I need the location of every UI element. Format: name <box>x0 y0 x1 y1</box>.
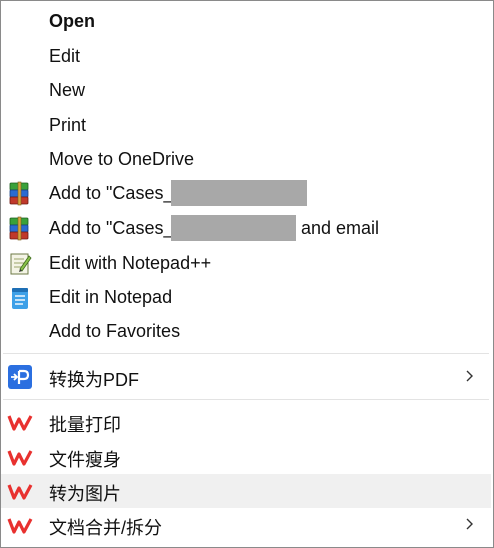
redacted-filename <box>171 180 307 206</box>
menu-item-label: Print <box>49 115 87 135</box>
chevron-right-icon <box>465 366 475 386</box>
wps-office-icon <box>7 478 33 504</box>
menu-item-label: Open <box>49 11 96 31</box>
menu-item-add-to-favorites[interactable]: Add to Favorites <box>1 315 491 349</box>
menu-item-edit[interactable]: Edit <box>1 40 491 74</box>
menu-item-label: 批量打印 <box>49 415 121 435</box>
menu-item-suffix: and email <box>301 218 380 238</box>
wps-office-icon <box>7 409 33 435</box>
menu-separator <box>3 353 489 354</box>
menu-item-batch-print[interactable]: 批量打印 <box>1 405 491 439</box>
menu-item-label: Add to "Cases_ <box>49 183 174 203</box>
menu-item-convert-to-image[interactable]: 转为图片 <box>1 474 491 508</box>
menu-item-edit-with-notepadpp[interactable]: Edit with Notepad++ <box>1 247 491 281</box>
menu-item-convert-to-pdf[interactable]: 转换为PDF <box>1 360 491 394</box>
menu-item-new[interactable]: New <box>1 74 491 108</box>
pdf-convert-icon <box>7 364 33 390</box>
wps-office-icon <box>7 444 33 470</box>
menu-item-label: Edit <box>49 46 81 66</box>
context-menu: Open Edit New Print Move to OneDrive Add… <box>0 0 494 548</box>
menu-item-label: 转为图片 <box>49 484 121 504</box>
chevron-right-icon <box>465 514 475 534</box>
menu-item-label: Add to "Cases_ <box>49 218 174 238</box>
menu-item-label: Move to OneDrive <box>49 149 195 169</box>
menu-item-open[interactable]: Open <box>1 5 491 39</box>
menu-item-label: 文件瘦身 <box>49 450 121 470</box>
wps-office-icon <box>7 512 33 538</box>
menu-item-merge-split[interactable]: 文档合并/拆分 <box>1 508 491 542</box>
notepad-icon <box>7 285 33 311</box>
menu-item-add-to-archive-and-email[interactable]: Add to "Cases_ and email <box>1 212 491 246</box>
winrar-archive-icon <box>7 216 33 242</box>
menu-item-label: 转换为PDF <box>49 370 139 390</box>
menu-item-file-slimming[interactable]: 文件瘦身 <box>1 440 491 474</box>
menu-item-label: 文档合并/拆分 <box>49 518 163 538</box>
notepad-plus-plus-icon <box>7 251 33 277</box>
winrar-archive-icon <box>7 181 33 207</box>
menu-item-edit-in-notepad[interactable]: Edit in Notepad <box>1 281 491 315</box>
menu-item-add-to-archive[interactable]: Add to "Cases_ <box>1 177 491 211</box>
menu-item-label: New <box>49 80 86 100</box>
menu-item-print[interactable]: Print <box>1 109 491 143</box>
menu-separator <box>3 399 489 400</box>
menu-item-label: Add to Favorites <box>49 321 181 341</box>
menu-item-label: Edit in Notepad <box>49 287 173 307</box>
menu-item-move-to-onedrive[interactable]: Move to OneDrive <box>1 143 491 177</box>
redacted-filename <box>171 215 296 241</box>
menu-item-label: Edit with Notepad++ <box>49 253 212 273</box>
